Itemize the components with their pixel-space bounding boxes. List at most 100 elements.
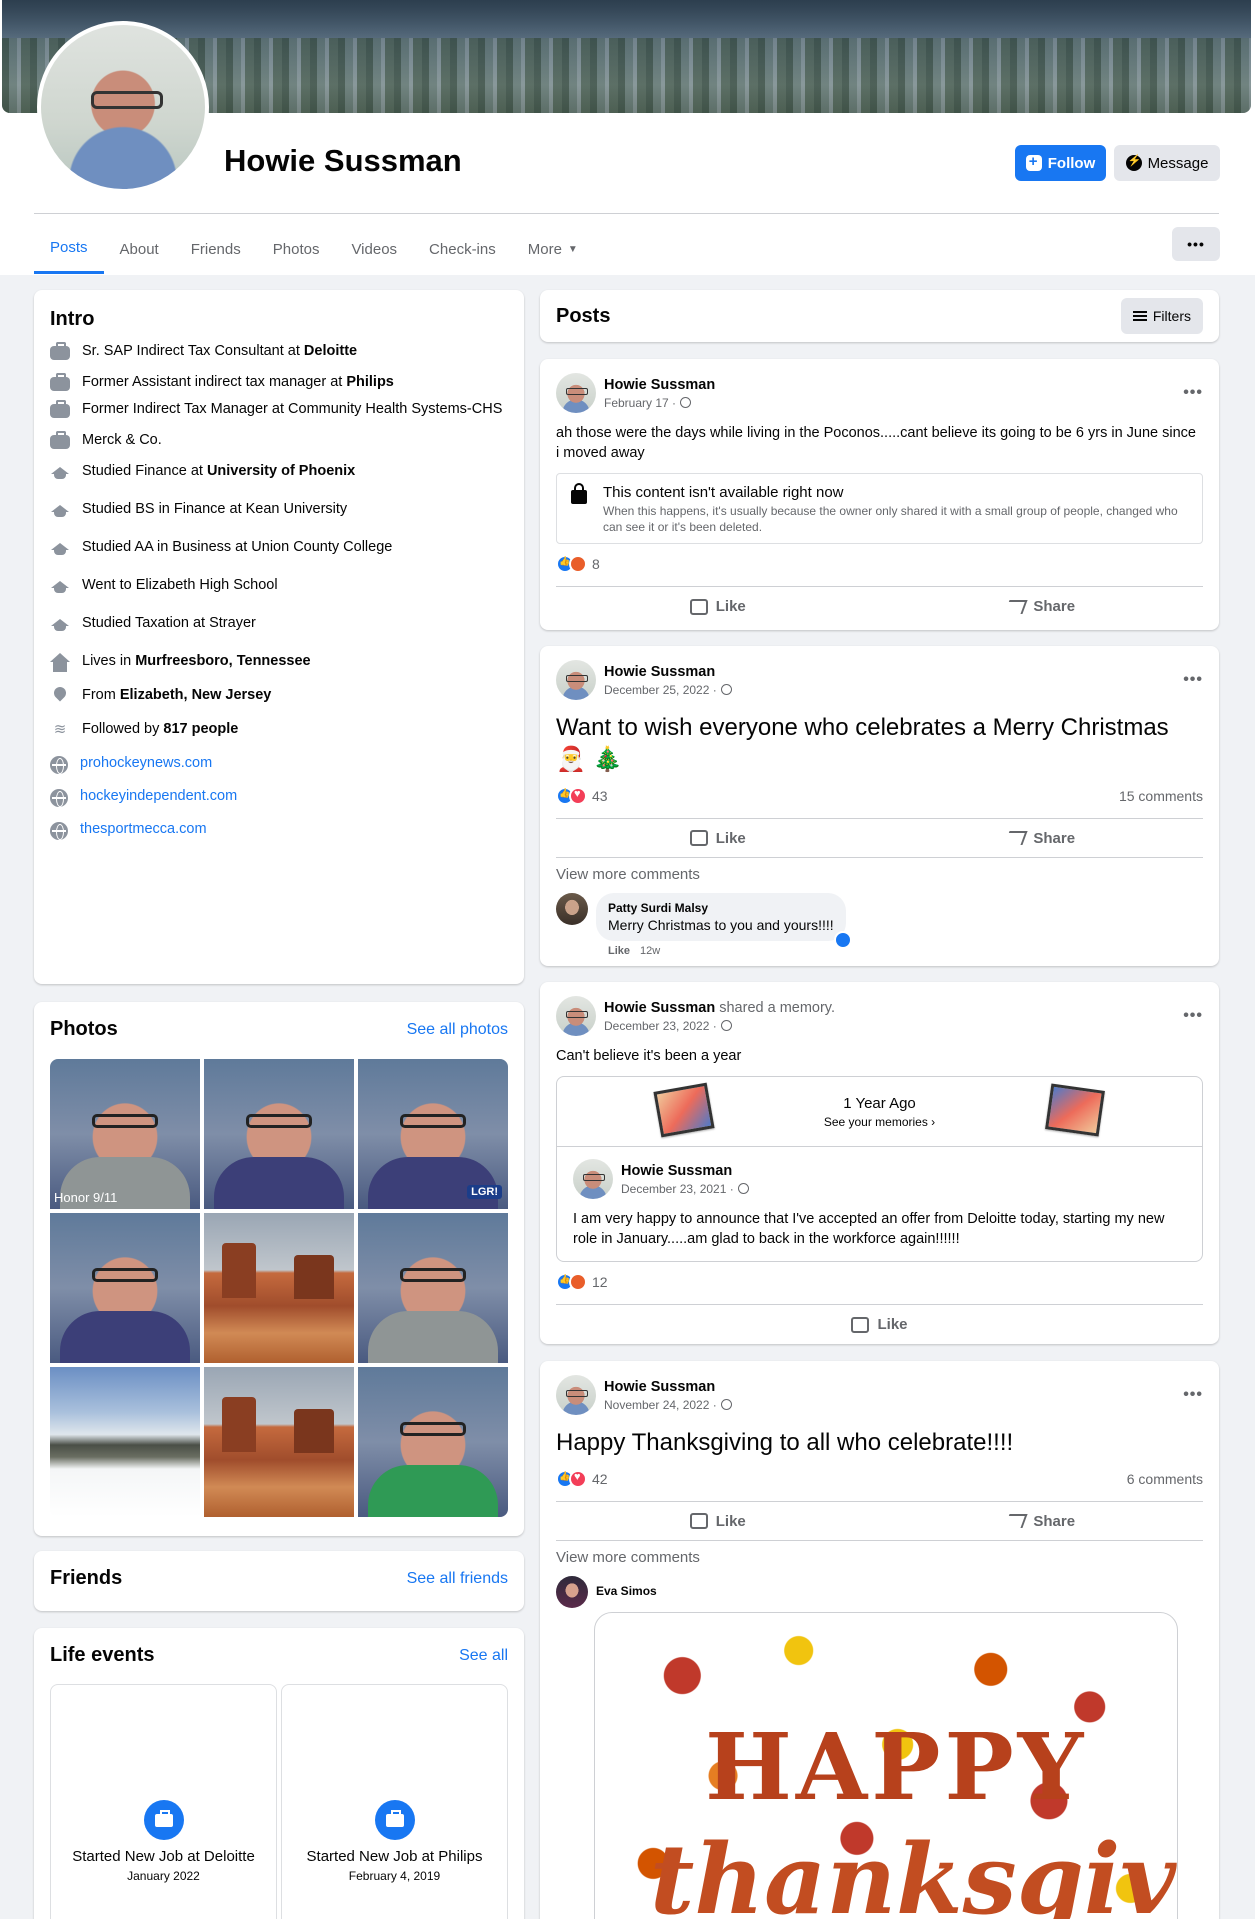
photos-title: Photos bbox=[50, 1018, 118, 1040]
like-button[interactable]: Like bbox=[556, 1513, 880, 1530]
intro-item-text-bold[interactable]: Elizabeth, New Jersey bbox=[120, 687, 272, 703]
photo-thumbnail[interactable] bbox=[204, 1213, 354, 1363]
photo-thumbnail[interactable] bbox=[50, 1213, 200, 1363]
photo-thumbnail[interactable] bbox=[50, 1367, 200, 1517]
post-actions: Like Share bbox=[556, 586, 1203, 626]
life-event-item[interactable]: Started New Job at Philips February 4, 2… bbox=[281, 1684, 508, 1919]
posts-title: Posts bbox=[556, 304, 611, 327]
share-button[interactable]: Share bbox=[880, 830, 1204, 847]
share-button[interactable]: Share bbox=[880, 598, 1204, 615]
reactions-summary[interactable]: 43 15 comments bbox=[556, 786, 1203, 806]
post-options-button[interactable]: ••• bbox=[1183, 1386, 1203, 1404]
intro-item-text-bold[interactable]: Deloitte bbox=[304, 343, 357, 359]
author-avatar[interactable] bbox=[573, 1159, 613, 1199]
filters-button[interactable]: Filters bbox=[1120, 298, 1203, 334]
photo-thumbnail[interactable] bbox=[358, 1213, 508, 1363]
author-name[interactable]: Howie Sussman shared a memory. bbox=[604, 1000, 835, 1016]
author-name[interactable]: Howie Sussman bbox=[604, 1379, 732, 1395]
graduation-cap-icon bbox=[50, 505, 70, 525]
tab-friends[interactable]: Friends bbox=[175, 224, 257, 274]
intro-item-text-plain: Followed by bbox=[82, 721, 164, 737]
posts-header-card: Posts Filters bbox=[540, 290, 1219, 342]
follow-button[interactable]: Follow bbox=[1015, 145, 1106, 181]
commenter-name[interactable]: Patty Surdi Malsy bbox=[608, 901, 834, 915]
post-date[interactable]: December 25, 2022 · bbox=[604, 683, 732, 697]
intro-item-text: Went to Elizabeth High School bbox=[82, 577, 278, 593]
intro-item: Former Assistant indirect tax manager at… bbox=[50, 373, 508, 391]
like-button[interactable]: Like bbox=[556, 598, 880, 615]
reactions-summary[interactable]: 12 bbox=[556, 1272, 1203, 1292]
comment-time[interactable]: 12w bbox=[640, 945, 660, 957]
intro-item[interactable]: prohockeynews.com bbox=[50, 755, 508, 774]
post-date[interactable]: December 23, 2022 · bbox=[604, 1019, 835, 1033]
post-header: Howie Sussman February 17 · ••• bbox=[556, 371, 1203, 415]
intro-item-text-bold[interactable]: Philips bbox=[346, 374, 394, 390]
tab-photos[interactable]: Photos bbox=[257, 224, 336, 274]
see-all-friends-link[interactable]: See all friends bbox=[407, 1570, 508, 1588]
intro-item[interactable]: hockeyindependent.com bbox=[50, 788, 508, 807]
share-button[interactable]: Share bbox=[880, 1513, 1204, 1530]
intro-item: Lives in Murfreesboro, Tennessee bbox=[50, 653, 508, 673]
comments-count[interactable]: 6 comments bbox=[1127, 1471, 1203, 1487]
author-avatar[interactable] bbox=[556, 373, 596, 413]
see-memories-link[interactable]: See your memories › bbox=[824, 1115, 935, 1129]
photo-thumbnail[interactable] bbox=[358, 1367, 508, 1517]
photo-thumbnail[interactable]: LGR! bbox=[358, 1059, 508, 1209]
tab-more[interactable]: More ▼ bbox=[512, 224, 594, 274]
location-pin-icon bbox=[50, 687, 70, 707]
view-more-comments-link[interactable]: View more comments bbox=[556, 1549, 1203, 1566]
profile-picture[interactable] bbox=[37, 21, 209, 193]
photo-thumbnail[interactable]: Honor 9/11 bbox=[50, 1059, 200, 1209]
post-date[interactable]: November 24, 2022 · bbox=[604, 1398, 732, 1412]
photo-thumbnail[interactable] bbox=[204, 1059, 354, 1209]
reactions-summary[interactable]: 42 6 comments bbox=[556, 1469, 1203, 1489]
intro-item-text-bold[interactable]: Murfreesboro, Tennessee bbox=[135, 653, 310, 669]
commenter-name[interactable]: Eva Simos bbox=[596, 1584, 657, 1608]
author-name[interactable]: Howie Sussman bbox=[621, 1163, 749, 1179]
like-button[interactable]: Like bbox=[556, 830, 880, 847]
author-avatar[interactable] bbox=[556, 996, 596, 1036]
memory-banner[interactable]: 1 Year Ago See your memories › bbox=[557, 1077, 1202, 1147]
briefcase-icon bbox=[143, 1800, 184, 1840]
friends-card: Friends See all friends bbox=[34, 1551, 524, 1611]
commenter-avatar[interactable] bbox=[556, 1576, 588, 1608]
comment-like-reaction-icon bbox=[833, 931, 852, 949]
author-name[interactable]: Howie Sussman bbox=[604, 664, 732, 680]
reactions-summary[interactable]: 8 bbox=[556, 554, 1203, 574]
life-event-title: Started New Job at Philips bbox=[306, 1848, 483, 1865]
see-all-life-events-link[interactable]: See all bbox=[459, 1647, 508, 1665]
life-event-item[interactable]: Started New Job at Deloitte January 2022 bbox=[50, 1684, 277, 1919]
like-button[interactable]: Like bbox=[556, 1316, 1203, 1333]
comment-image-thanksgiving[interactable]: HAPPY thanksgiving bbox=[594, 1612, 1178, 1919]
rss-icon: ≋ bbox=[53, 721, 67, 738]
intro-item-text-bold[interactable]: 817 people bbox=[163, 721, 238, 737]
author-avatar[interactable] bbox=[556, 660, 596, 700]
message-button[interactable]: Message bbox=[1114, 145, 1220, 181]
photos-card: Photos See all photos Honor 9/11 LGR! bbox=[34, 1002, 524, 1536]
comment-like-button[interactable]: Like bbox=[608, 945, 630, 957]
life-event-date: January 2022 bbox=[127, 1869, 200, 1883]
shared-memory-text: shared a memory. bbox=[715, 999, 836, 1016]
intro-item-text-bold[interactable]: University of Phoenix bbox=[207, 463, 355, 479]
post-options-button[interactable]: ••• bbox=[1183, 1007, 1203, 1025]
post-date[interactable]: February 17 · bbox=[604, 396, 715, 410]
author-avatar[interactable] bbox=[556, 1375, 596, 1415]
post-date[interactable]: December 23, 2021 · bbox=[621, 1182, 749, 1196]
tab-posts[interactable]: Posts bbox=[34, 224, 104, 274]
profile-name: Howie Sussman bbox=[224, 143, 462, 178]
intro-item-text: hockeyindependent.com bbox=[80, 788, 237, 804]
post: Howie Sussman December 25, 2022 · ••• Wa… bbox=[540, 646, 1219, 966]
see-all-photos-link[interactable]: See all photos bbox=[407, 1021, 508, 1039]
post-options-button[interactable]: ••• bbox=[1183, 384, 1203, 402]
profile-more-button[interactable]: ••• bbox=[1172, 227, 1220, 261]
tab-about[interactable]: About bbox=[104, 224, 175, 274]
commenter-avatar[interactable] bbox=[556, 893, 588, 925]
tab-check-ins[interactable]: Check-ins bbox=[413, 224, 512, 274]
photo-thumbnail[interactable] bbox=[204, 1367, 354, 1517]
author-name[interactable]: Howie Sussman bbox=[604, 377, 715, 393]
intro-item[interactable]: thesportmecca.com bbox=[50, 821, 508, 840]
view-more-comments-link[interactable]: View more comments bbox=[556, 866, 1203, 883]
comments-count[interactable]: 15 comments bbox=[1119, 788, 1203, 804]
post-options-button[interactable]: ••• bbox=[1183, 671, 1203, 689]
tab-videos[interactable]: Videos bbox=[335, 224, 413, 274]
